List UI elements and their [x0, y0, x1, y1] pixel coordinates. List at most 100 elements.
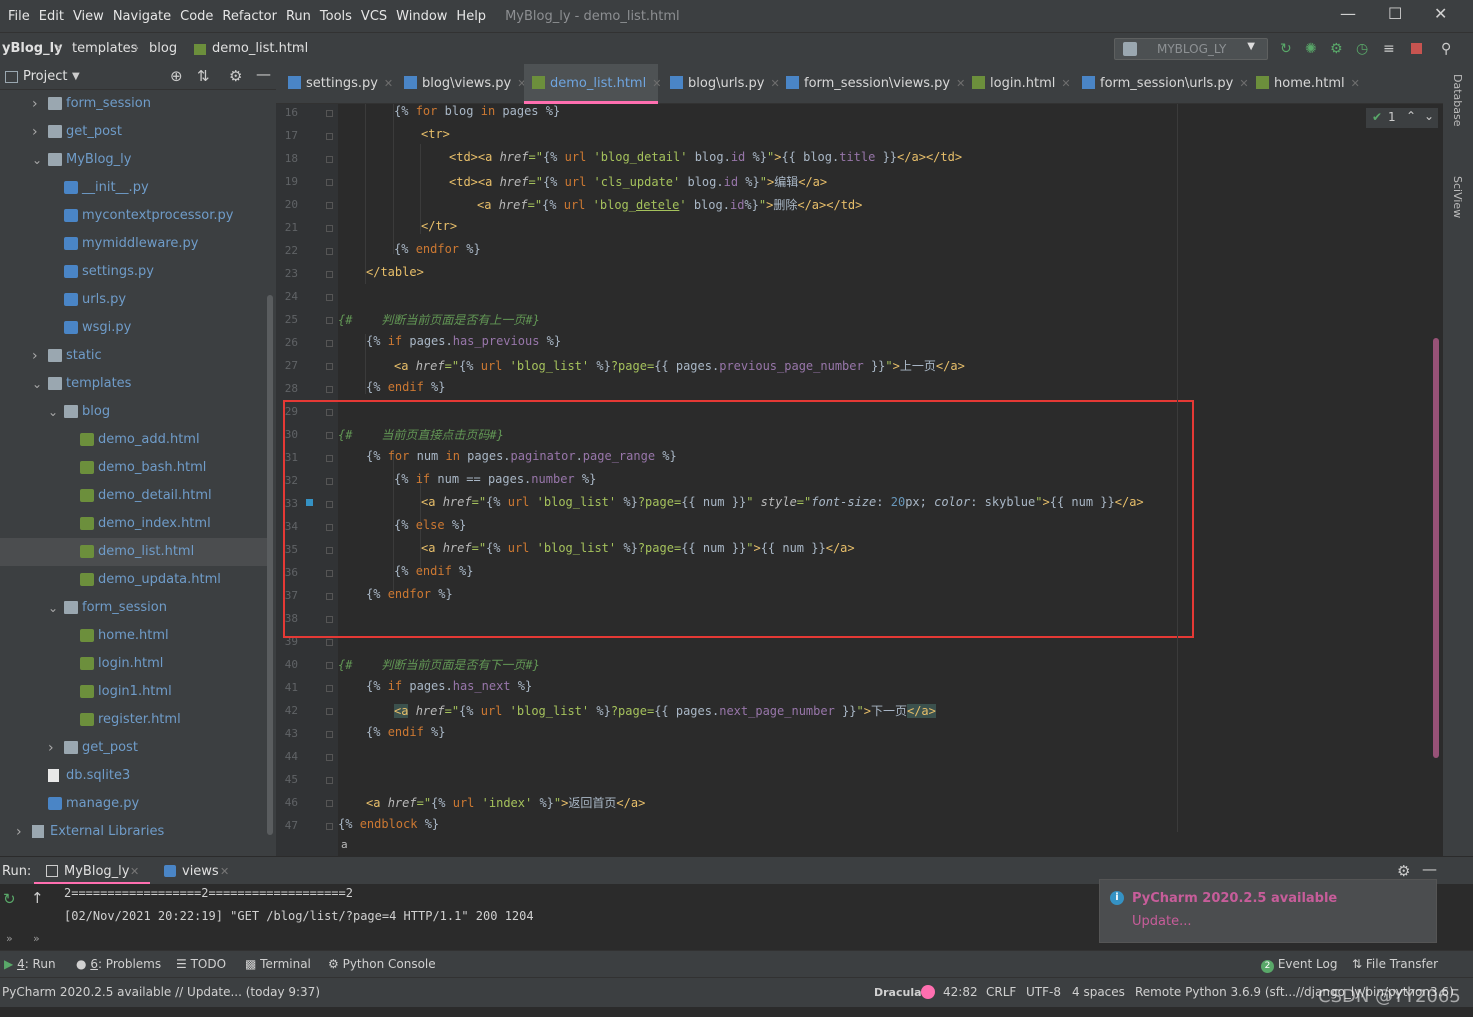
menu-vcs[interactable]: VCS — [361, 9, 387, 24]
debug-icon[interactable]: ✺ — [1305, 41, 1317, 57]
menu-view[interactable]: View — [73, 9, 104, 24]
chevron-right-icon[interactable]: › — [16, 818, 22, 846]
fold-marker-icon[interactable] — [326, 731, 333, 738]
menu-run[interactable]: Run — [286, 9, 311, 24]
chevron-right-icon[interactable]: › — [32, 90, 38, 118]
fold-marker-icon[interactable] — [326, 317, 333, 324]
chevron-down-icon[interactable]: ⌄ — [32, 146, 42, 174]
theme-label[interactable]: Dracula — [874, 986, 922, 999]
chevron-down-icon[interactable]: ⌄ — [1424, 109, 1434, 123]
expand-icon[interactable]: » — [33, 932, 40, 945]
editor-scrollbar-thumb[interactable] — [1433, 338, 1439, 758]
stop-icon[interactable] — [1411, 43, 1422, 54]
editor-tab[interactable]: form_session\urls.py ✕ — [1074, 64, 1249, 104]
project-panel-title[interactable]: Project — [23, 69, 67, 84]
gear-icon[interactable]: ⚙ — [229, 67, 242, 85]
breadcrumb-file[interactable]: demo_list.html — [212, 41, 308, 56]
tool-file-transfer[interactable]: ⇅ File Transfer — [1352, 957, 1438, 971]
tool-terminal[interactable]: ▩ Terminal — [245, 957, 311, 971]
fold-marker-icon[interactable] — [326, 340, 333, 347]
tree-item[interactable]: mycontextprocessor.py — [0, 202, 268, 230]
menu-window[interactable]: Window — [396, 9, 447, 24]
fold-marker-icon[interactable] — [326, 156, 333, 163]
expand-icon[interactable]: » — [6, 932, 13, 945]
tree-item[interactable]: › External Libraries — [0, 818, 268, 846]
close-tab-icon[interactable]: ✕ — [130, 865, 139, 878]
breadcrumb-blog[interactable]: blog — [149, 41, 177, 56]
gear-icon[interactable]: ⚙ — [1397, 862, 1410, 880]
chevron-down-icon[interactable]: ⌄ — [32, 370, 42, 398]
breadcrumb-project[interactable]: yBlog_ly — [2, 41, 63, 56]
fold-marker-icon[interactable] — [326, 110, 333, 117]
search-icon[interactable]: ⚲ — [1441, 41, 1451, 57]
tree-item[interactable]: settings.py — [0, 258, 268, 286]
profile-icon[interactable]: ◷ — [1356, 41, 1368, 57]
tree-item[interactable]: › get_post — [0, 118, 268, 146]
editor-tab[interactable]: home.html ✕ — [1248, 64, 1360, 104]
tree-item[interactable]: › form_session — [0, 90, 268, 118]
close-tab-icon[interactable]: ✕ — [1061, 77, 1070, 90]
dropdown-arrow-icon[interactable]: ▼ — [72, 71, 80, 82]
fold-marker-icon[interactable] — [326, 248, 333, 255]
arrow-up-icon[interactable]: ↑ — [31, 889, 44, 907]
coverage-icon[interactable]: ⚙ — [1330, 41, 1343, 57]
tree-item[interactable]: login.html — [0, 650, 268, 678]
breakpoint-marker[interactable] — [306, 499, 313, 506]
tree-item[interactable]: ⌄ blog — [0, 398, 268, 426]
fold-marker-icon[interactable] — [326, 685, 333, 692]
editor-breadcrumb-bottom[interactable]: a — [341, 838, 348, 851]
chevron-right-icon[interactable]: › — [32, 342, 38, 370]
editor-tab[interactable]: blog\views.py ✕ — [396, 64, 526, 104]
chevron-down-icon[interactable]: ⌄ — [48, 594, 58, 622]
hide-panel-icon[interactable]: — — [256, 65, 271, 83]
breadcrumb-templates[interactable]: templates — [72, 41, 137, 56]
chevron-right-icon[interactable]: › — [48, 734, 54, 762]
tree-item[interactable]: ⌄ templates — [0, 370, 268, 398]
tree-item[interactable]: demo_bash.html — [0, 454, 268, 482]
tree-item[interactable]: ⌄ MyBlog_ly — [0, 146, 268, 174]
fold-marker-icon[interactable] — [326, 708, 333, 715]
fold-marker-icon[interactable] — [326, 639, 333, 646]
line-separator[interactable]: CRLF — [986, 985, 1016, 999]
tree-item[interactable]: register.html — [0, 706, 268, 734]
menu-help[interactable]: Help — [456, 9, 486, 24]
close-tab-icon[interactable]: ✕ — [1351, 77, 1360, 90]
update-link[interactable]: Update... — [1132, 914, 1191, 929]
fold-marker-icon[interactable] — [326, 777, 333, 784]
close-tab-icon[interactable]: ✕ — [220, 865, 229, 878]
run-configuration-select[interactable]: MYBLOG_LY ▼ — [1114, 38, 1268, 60]
project-scrollbar[interactable] — [267, 295, 273, 835]
tree-item[interactable]: demo_detail.html — [0, 482, 268, 510]
menu-file[interactable]: File — [8, 9, 30, 24]
tree-item[interactable]: › get_post — [0, 734, 268, 762]
menu-code[interactable]: Code — [180, 9, 213, 24]
tree-item[interactable]: wsgi.py — [0, 314, 268, 342]
close-tab-icon[interactable]: ✕ — [652, 77, 661, 90]
tree-item[interactable]: ⌄ form_session — [0, 594, 268, 622]
rerun-icon[interactable]: ↻ — [3, 890, 16, 908]
editor-tab[interactable]: demo_list.html ✕ — [524, 64, 661, 104]
chevron-right-icon[interactable]: › — [32, 118, 38, 146]
fold-marker-icon[interactable] — [326, 662, 333, 669]
fold-marker-icon[interactable] — [326, 363, 333, 370]
tool-run[interactable]: ▶ 4: Run — [4, 957, 56, 971]
tree-item[interactable]: db.sqlite3 — [0, 762, 268, 790]
locate-icon[interactable]: ⊕ — [170, 67, 183, 85]
fold-marker-icon[interactable] — [326, 179, 333, 186]
tool-todo[interactable]: ☰ TODO — [176, 957, 226, 971]
indent-setting[interactable]: 4 spaces — [1072, 985, 1125, 999]
fold-marker-icon[interactable] — [326, 386, 333, 393]
fold-marker-icon[interactable] — [326, 271, 333, 278]
editor-tab[interactable]: form_session\views.py ✕ — [778, 64, 965, 104]
tool-problems[interactable]: ● 6: Problems — [76, 957, 161, 971]
menu-refactor[interactable]: Refactor — [222, 9, 277, 24]
tree-item[interactable]: demo_index.html — [0, 510, 268, 538]
rerun-icon[interactable]: ↻ — [1280, 41, 1292, 57]
inspection-widget[interactable]: ✔ 1 ⌃ ⌄ — [1366, 108, 1438, 128]
tool-event-log[interactable]: 2 Event Log — [1261, 957, 1337, 973]
fold-marker-icon[interactable] — [326, 800, 333, 807]
tree-item[interactable]: urls.py — [0, 286, 268, 314]
tree-item[interactable]: __init__.py — [0, 174, 268, 202]
editor-tab[interactable]: blog\urls.py ✕ — [662, 64, 780, 104]
editor-tab[interactable]: login.html ✕ — [964, 64, 1071, 104]
